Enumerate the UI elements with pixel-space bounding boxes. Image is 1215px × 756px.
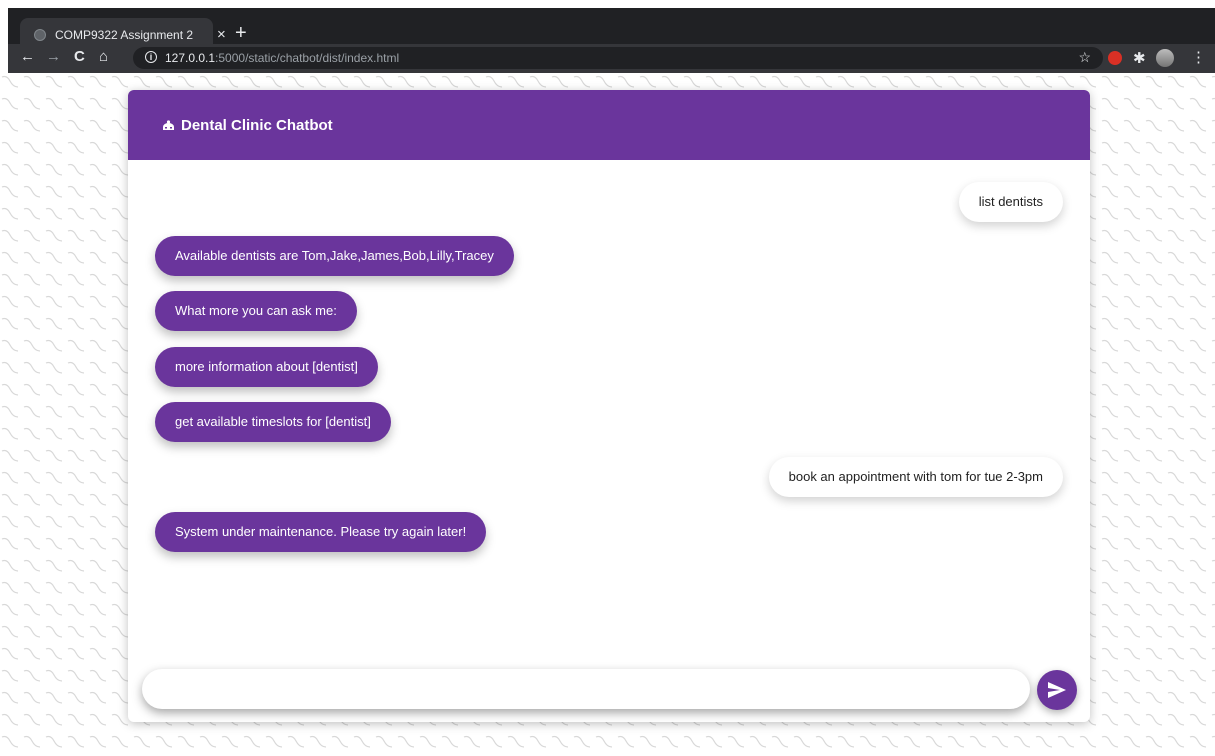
chat-title: Dental Clinic Chatbot	[181, 117, 333, 134]
url-host: 127.0.0.1	[165, 51, 216, 65]
message-input-container	[142, 669, 1030, 711]
reload-button[interactable]: C	[74, 48, 85, 65]
bot-message: get available timeslots for [dentist]	[155, 402, 391, 442]
bookmark-star-icon[interactable]: ☆	[1078, 49, 1091, 66]
back-button[interactable]: ←	[20, 48, 35, 65]
send-icon	[1048, 682, 1066, 698]
bot-message: What more you can ask me:	[155, 291, 357, 331]
tab-strip: COMP9322 Assignment 2 × +	[8, 8, 1215, 54]
info-icon[interactable]: i	[145, 51, 157, 63]
user-message: book an appointment with tom for tue 2-3…	[768, 457, 1063, 497]
menu-dots-icon[interactable]: ⋮	[1191, 48, 1206, 66]
favicon-icon	[34, 29, 46, 41]
url-path: :5000/static/chatbot/dist/index.html	[215, 51, 400, 65]
browser-window: COMP9322 Assignment 2 × + ← → C ⌂ i 127.…	[0, 0, 1215, 73]
puzzle-extensions-icon[interactable]: ✱	[1133, 49, 1146, 67]
url-text: 127.0.0.1:5000/static/chatbot/dist/index…	[165, 51, 399, 65]
chatbot-window: Dental Clinic Chatbot list dentists Avai…	[128, 90, 1090, 722]
tab-title: COMP9322 Assignment 2	[55, 28, 194, 42]
bot-message: System under maintenance. Please try aga…	[155, 512, 487, 552]
bot-message: more information about [dentist]	[155, 347, 378, 387]
robot-icon	[163, 120, 174, 130]
extension-icon[interactable]	[1108, 51, 1122, 65]
new-tab-button[interactable]: +	[235, 23, 247, 43]
bot-message: Available dentists are Tom,Jake,James,Bo…	[155, 236, 514, 276]
forward-button[interactable]: →	[46, 48, 61, 65]
close-icon[interactable]: ×	[217, 26, 226, 43]
address-bar[interactable]: i 127.0.0.1:5000/static/chatbot/dist/ind…	[133, 47, 1103, 69]
profile-avatar[interactable]	[1156, 49, 1174, 67]
home-button[interactable]: ⌂	[99, 48, 108, 65]
user-message: list dentists	[958, 182, 1063, 222]
message-input[interactable]	[162, 669, 1016, 711]
send-button[interactable]	[1037, 670, 1077, 710]
chat-header: Dental Clinic Chatbot	[128, 90, 1090, 160]
browser-toolbar: ← → C ⌂ i 127.0.0.1:5000/static/chatbot/…	[8, 44, 1215, 73]
